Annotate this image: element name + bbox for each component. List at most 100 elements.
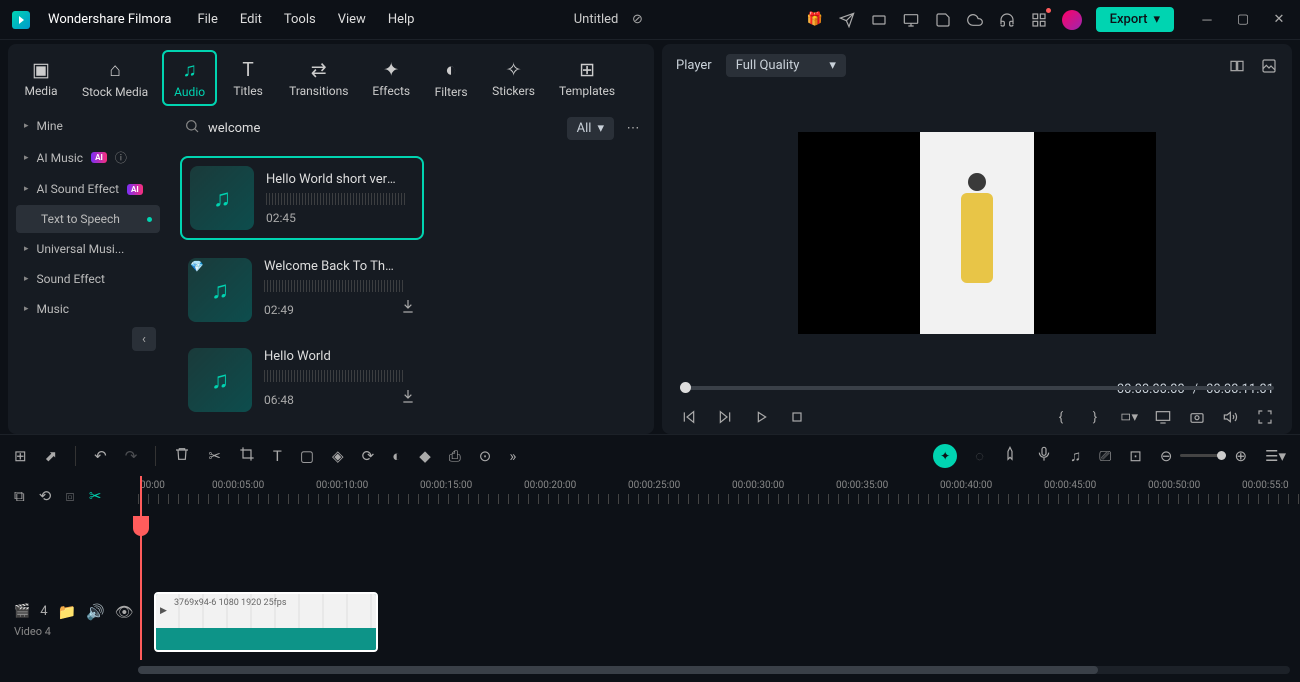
volume-icon[interactable] (1222, 408, 1240, 426)
cursor-icon[interactable]: ⬈ (45, 447, 58, 465)
tab-transitions[interactable]: ⇄Transitions (279, 50, 358, 106)
more-tools-icon[interactable]: » (509, 447, 516, 465)
side-sound-effect[interactable]: ▸Sound Effect (16, 265, 160, 293)
scrub-bar[interactable] (680, 386, 1274, 390)
more-options-icon[interactable]: ⋯ (624, 119, 642, 137)
track-mute-icon[interactable]: 🔊 (86, 603, 105, 621)
search-input[interactable]: welcome (180, 114, 557, 142)
audio-title: Hello World (264, 349, 400, 364)
save-icon[interactable] (934, 11, 952, 29)
mark-out-icon[interactable]: } (1086, 408, 1104, 426)
side-music[interactable]: ▸Music (16, 295, 160, 323)
prev-frame-icon[interactable] (680, 408, 698, 426)
minimize-icon[interactable]: ─ (1198, 11, 1216, 29)
color-match-icon[interactable]: ◈ (332, 447, 344, 465)
side-ai-sound-effect[interactable]: ▸AI Sound EffectAI (16, 175, 160, 203)
undo-icon[interactable]: ↶ (94, 447, 107, 465)
ruler-mark: 00:00:35:00 (836, 480, 888, 491)
track-toggle-icon[interactable]: ⧉ (14, 487, 25, 505)
menu-edit[interactable]: Edit (240, 12, 262, 27)
headphones-icon[interactable] (998, 11, 1016, 29)
timeline-options-icon[interactable]: ☰▾ (1265, 447, 1286, 465)
snapshot-icon[interactable] (1188, 408, 1206, 426)
color-wheel-icon[interactable]: ◐ (392, 447, 401, 465)
apps-icon[interactable] (1030, 11, 1048, 29)
side-mine[interactable]: ▸Mine (16, 112, 160, 140)
text-tool-icon[interactable]: T (273, 447, 282, 465)
tab-filters[interactable]: ◐Filters (424, 50, 478, 106)
download-icon[interactable] (400, 298, 416, 318)
preview-area (662, 87, 1292, 378)
grid-icon[interactable]: ⊞ (14, 447, 27, 465)
mark-in-icon[interactable]: { (1052, 408, 1070, 426)
auto-ripple-icon[interactable]: ✂ (89, 487, 102, 505)
render-icon[interactable]: ◌ (975, 447, 984, 465)
side-universal-music[interactable]: ▸Universal Musi... (16, 235, 160, 263)
track-visibility-icon[interactable]: 👁 (115, 603, 134, 621)
gift-icon[interactable]: 🎁 (806, 11, 824, 29)
tab-titles[interactable]: TTitles (221, 50, 275, 106)
menu-file[interactable]: File (197, 12, 217, 27)
side-ai-music[interactable]: ▸AI MusicAIⓘ (16, 142, 160, 173)
tab-audio[interactable]: ♫Audio (162, 50, 217, 106)
tab-effects[interactable]: ✦Effects (362, 50, 420, 106)
stop-icon[interactable] (788, 408, 806, 426)
record-screen-icon[interactable]: ⎚ (1099, 447, 1111, 465)
menu-help[interactable]: Help (388, 12, 415, 27)
picture-icon[interactable] (1260, 57, 1278, 75)
cloud-icon[interactable] (966, 11, 984, 29)
download-icon[interactable] (400, 388, 416, 408)
audio-mixer-icon[interactable]: ♫ (1070, 447, 1081, 465)
time-ruler[interactable]: 00:00 00:00:05:00 00:00:10:00 00:00:15:0… (138, 476, 1300, 516)
split-icon[interactable]: ✂ (208, 447, 221, 465)
scrub-handle[interactable] (680, 382, 691, 393)
compare-view-icon[interactable] (1228, 57, 1246, 75)
redo-icon[interactable]: ↷ (125, 447, 138, 465)
crop-icon[interactable] (239, 446, 255, 466)
caption-icon[interactable]: ⎙ (449, 447, 461, 465)
menu-tools[interactable]: Tools (284, 12, 316, 27)
filter-dropdown[interactable]: All▾ (567, 117, 614, 140)
timer-icon[interactable]: ⊙ (479, 447, 492, 465)
side-text-to-speech[interactable]: Text to Speech (16, 205, 160, 233)
play-forward-icon[interactable] (716, 408, 734, 426)
audio-item[interactable]: ♫ Hello World06:48 (180, 340, 424, 420)
close-icon[interactable]: ✕ (1270, 11, 1288, 29)
maximize-icon[interactable]: ▢ (1234, 11, 1252, 29)
voiceover-mic-icon[interactable] (1036, 446, 1052, 466)
export-button[interactable]: Export▾ (1096, 7, 1174, 32)
keyframe-icon[interactable]: ◆ (419, 447, 431, 465)
video-clip[interactable]: ▶ 3769x94-6 1080 1920 25fps (154, 592, 378, 652)
tab-stickers[interactable]: ✧Stickers (482, 50, 545, 106)
add-media-icon[interactable]: ⊡ (1129, 447, 1142, 465)
speed-icon[interactable]: ⟳ (362, 447, 375, 465)
tab-stock-media[interactable]: ⌂Stock Media (72, 50, 158, 106)
monitor-icon[interactable] (902, 11, 920, 29)
fullscreen-icon[interactable] (1256, 408, 1274, 426)
ai-assistant-icon[interactable]: ✦ (933, 444, 957, 468)
track-folder-icon[interactable]: 📁 (58, 603, 77, 621)
marker-icon[interactable] (1002, 446, 1018, 466)
delete-icon[interactable] (174, 446, 190, 466)
window-icon[interactable] (870, 11, 888, 29)
display-out-icon[interactable] (1154, 408, 1172, 426)
menu-view[interactable]: View (338, 12, 366, 27)
magnet-icon[interactable]: ⧈ (65, 487, 75, 505)
filters-icon: ◐ (445, 58, 456, 82)
link-tracks-icon[interactable]: ⟲ (39, 487, 52, 505)
zoom-out-icon[interactable]: ⊖ (1160, 447, 1173, 465)
ratio-dropdown-icon[interactable]: ▾ (1120, 408, 1138, 426)
play-icon[interactable] (752, 408, 770, 426)
quality-dropdown[interactable]: Full Quality▾ (726, 54, 846, 77)
audio-item[interactable]: ♫ Hello World short versi...02:45 (180, 156, 424, 240)
tab-templates[interactable]: ⊞Templates (549, 50, 625, 106)
collapse-sidebar-button[interactable]: ‹ (132, 327, 156, 351)
tab-media[interactable]: ▣Media (14, 50, 68, 106)
rect-icon[interactable]: ▢ (300, 447, 314, 465)
zoom-slider[interactable] (1180, 454, 1226, 457)
timeline-scrollbar[interactable] (138, 666, 1290, 674)
avatar-icon[interactable] (1062, 10, 1082, 30)
zoom-in-icon[interactable]: ⊕ (1234, 447, 1247, 465)
audio-item[interactable]: 💎♫ Welcome Back To The ...02:49 (180, 250, 424, 330)
send-icon[interactable] (838, 11, 856, 29)
